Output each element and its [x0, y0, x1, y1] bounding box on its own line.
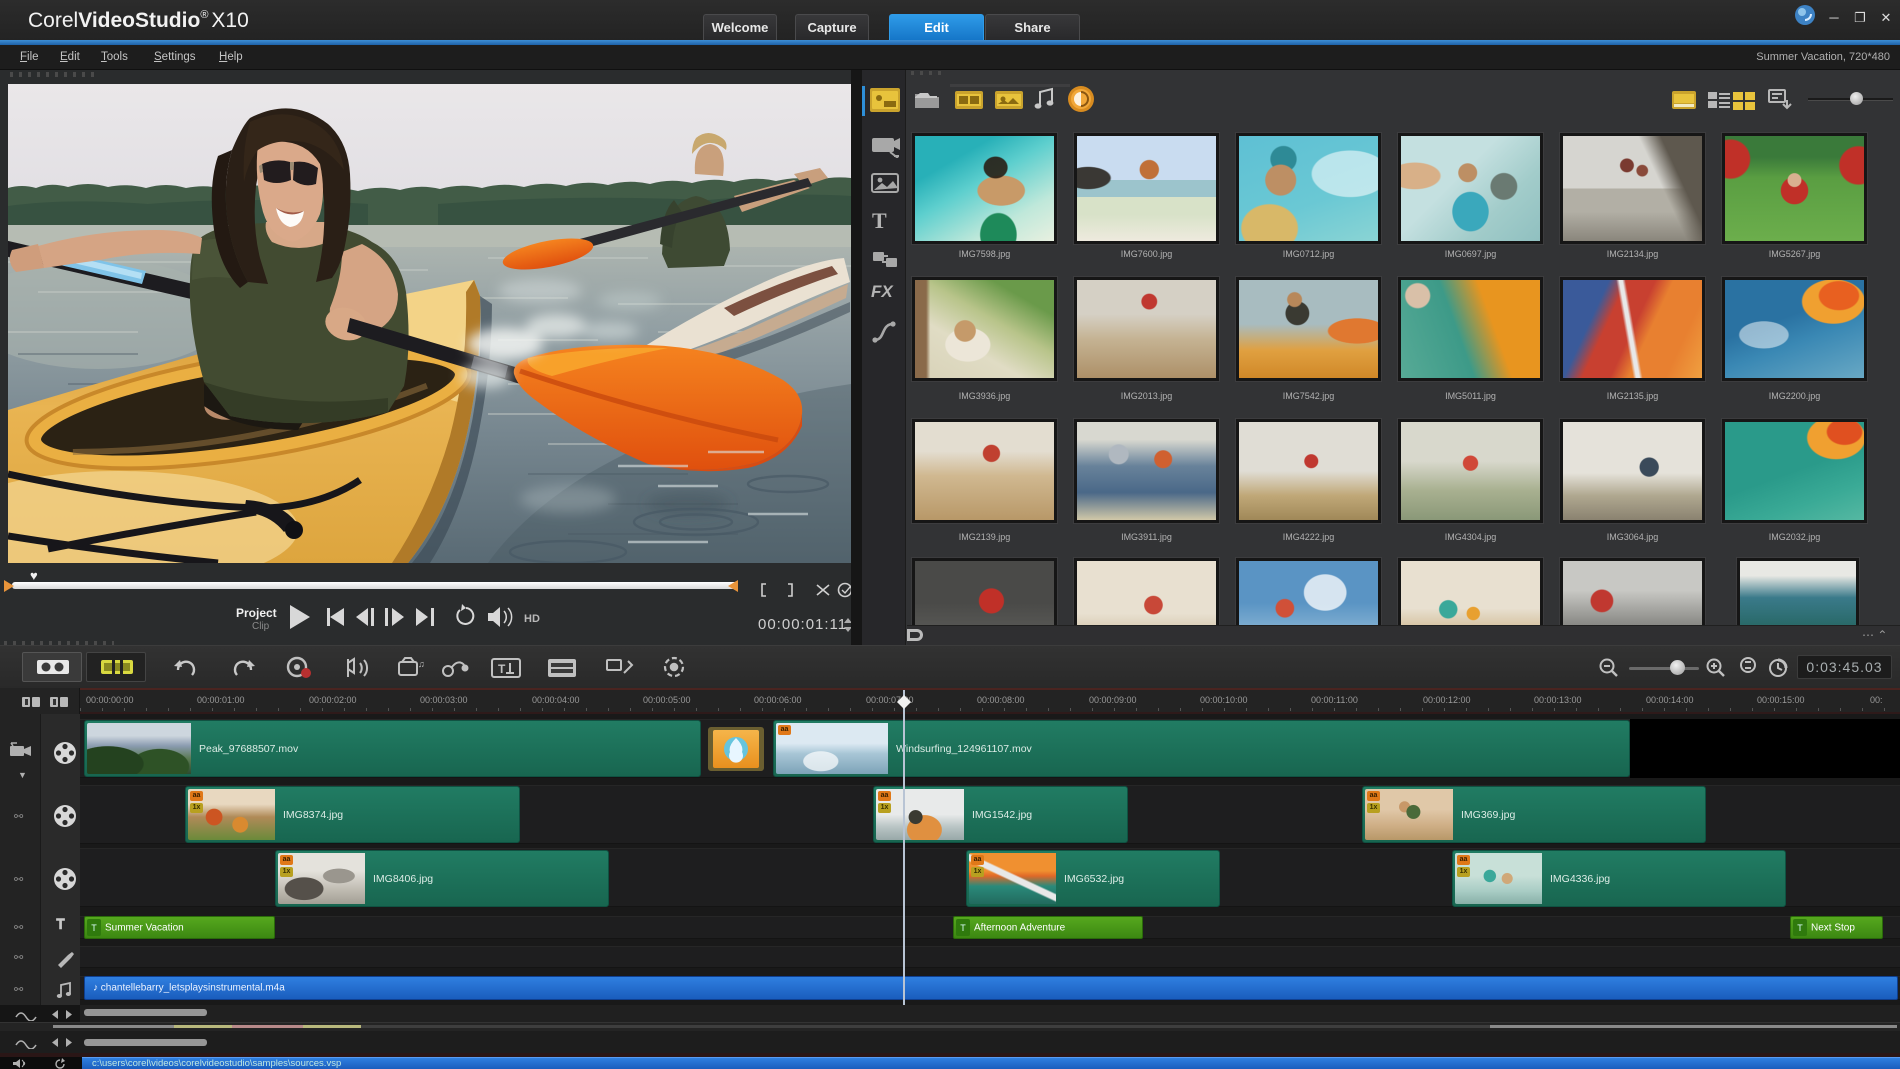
svg-text:♫: ♫	[418, 659, 425, 669]
svg-text:HD: HD	[524, 613, 540, 625]
svg-text:T: T	[498, 662, 506, 676]
